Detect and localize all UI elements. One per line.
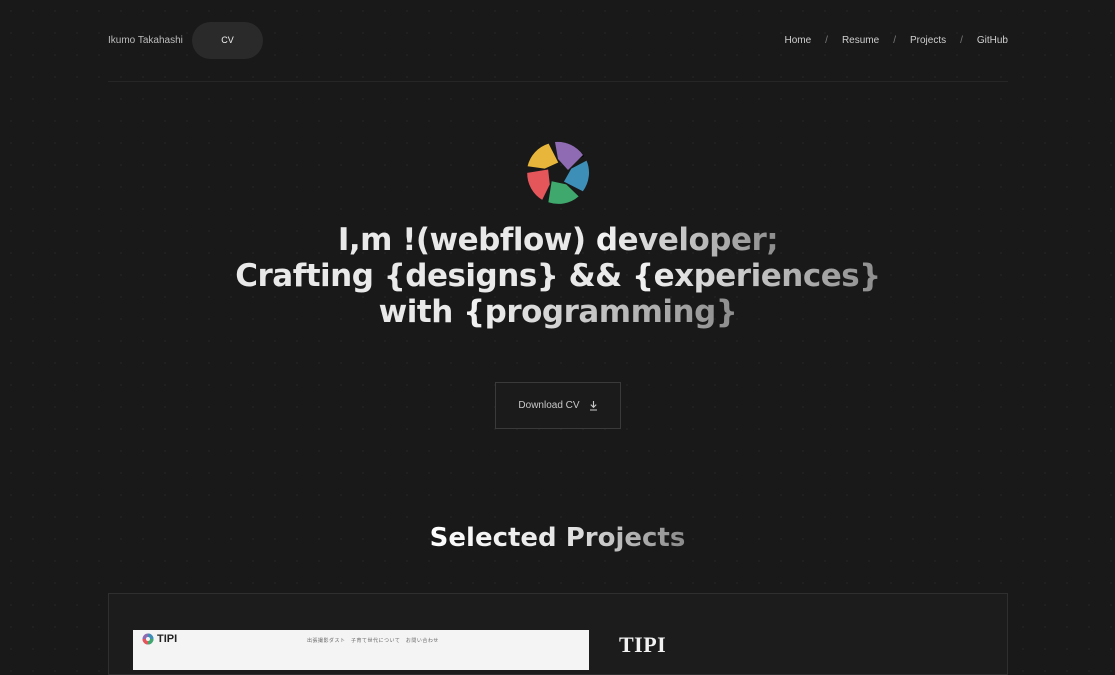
hero-line-3: with {programming} (180, 294, 936, 330)
hero-line-3-gradient: {programming} (463, 294, 738, 330)
project-screenshot-nav: 出張撮影ダスト 子育て世代について お問い合わせ (307, 638, 439, 644)
hero-heading: I,m !(webflow) developer; Crafting {desi… (180, 222, 936, 330)
project-screenshot-logo-text: TIPI (157, 633, 178, 645)
hero-line-2: Crafting {designs} && {experiences} (180, 258, 936, 294)
nav-resume[interactable]: Resume (842, 22, 879, 59)
selected-projects-heading: Selected Projects (0, 518, 1115, 558)
selected-projects-title: Selected Projects (429, 523, 686, 553)
top-nav: Home / Resume / Projects / GitHub (784, 22, 1008, 59)
nav-github[interactable]: GitHub (977, 22, 1008, 59)
nav-projects[interactable]: Projects (910, 22, 946, 59)
hero-line-2-gradient: {experiences} (632, 258, 881, 294)
download-cv-label: Download CV (518, 400, 580, 411)
nav-separator: / (825, 35, 828, 46)
hero-line-1-gradient: developer; (595, 222, 779, 258)
nav-separator: / (960, 35, 963, 46)
download-icon (589, 401, 597, 411)
hero-line-3-plain: with (378, 294, 464, 330)
header-divider (108, 81, 1008, 82)
nav-separator: / (893, 35, 896, 46)
tipi-logo-icon (142, 633, 154, 645)
project-title: TIPI (619, 632, 667, 657)
aperture-logo-icon (527, 141, 589, 204)
project-screenshot-logo: TIPI (142, 633, 177, 645)
nav-home[interactable]: Home (784, 22, 811, 59)
site-header: Ikumo Takahashi CV Home / Resume / Proje… (108, 22, 1008, 59)
hero-line-1-plain: I,m !(webflow) (337, 222, 596, 258)
project-screenshot[interactable]: TIPI 出張撮影ダスト 子育て世代について お問い合わせ (133, 630, 589, 670)
brand-name[interactable]: Ikumo Takahashi (108, 22, 183, 59)
download-cv-button[interactable]: Download CV (495, 382, 621, 429)
hero-line-2-plain: Crafting {designs} && (235, 258, 632, 294)
project-card[interactable]: TIPI 出張撮影ダスト 子育て世代について お問い合わせ TIPI (108, 593, 1008, 675)
hero-line-1: I,m !(webflow) developer; (180, 222, 936, 258)
cv-pill-button[interactable]: CV (192, 22, 263, 59)
